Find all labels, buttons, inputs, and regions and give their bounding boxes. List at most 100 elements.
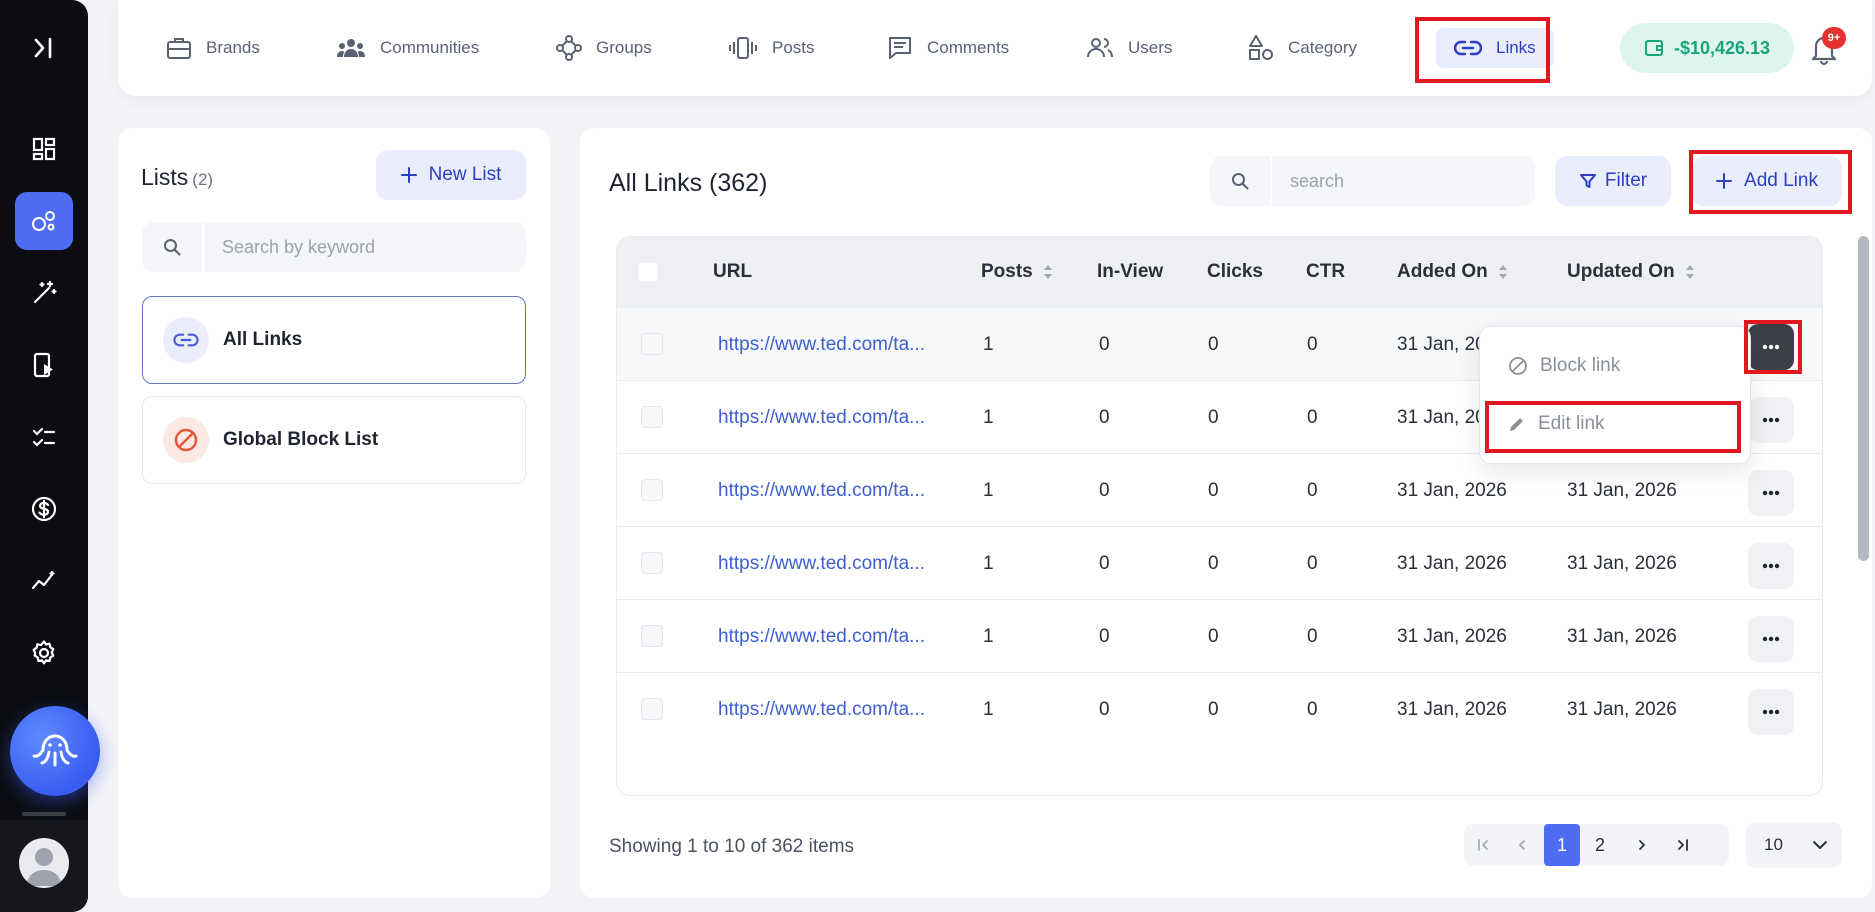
- page-title: All Links (362): [609, 169, 768, 197]
- analytics-icon[interactable]: [15, 552, 73, 610]
- more-horizontal-icon: [1762, 563, 1780, 569]
- add-link-button[interactable]: Add Link: [1692, 156, 1842, 206]
- comment-icon: [887, 35, 913, 61]
- column-posts[interactable]: Posts: [981, 261, 1053, 283]
- more-horizontal-icon: [1762, 636, 1780, 642]
- row-more-button[interactable]: [1748, 324, 1794, 370]
- pencil-icon: [1508, 415, 1526, 433]
- row-in-view: 0: [1099, 334, 1110, 355]
- octopus-assistant-icon[interactable]: [10, 706, 100, 796]
- row-ctr: 0: [1307, 553, 1318, 574]
- plus-icon: [1716, 173, 1733, 189]
- nav-category[interactable]: Category: [1248, 28, 1357, 68]
- vibrate-icon: [728, 36, 758, 60]
- lists-title-text: Lists: [141, 164, 189, 190]
- row-ctr: 0: [1307, 699, 1318, 720]
- row-updated-on: 31 Jan, 2026: [1567, 480, 1677, 501]
- list-item-global-block-list[interactable]: Global Block List: [142, 396, 526, 484]
- nav-communities[interactable]: Communities: [336, 28, 479, 68]
- links-table: URL Posts In-View Clicks CTR Added On Up…: [616, 236, 1823, 796]
- row-url-link[interactable]: https://www.ted.com/ta...: [718, 480, 925, 502]
- row-posts: 1: [983, 334, 994, 355]
- table-scrollbar[interactable]: [1858, 236, 1869, 561]
- table-row[interactable]: https://www.ted.com/ta... 1 0 0 0 31 Jan…: [617, 672, 1822, 745]
- row-clicks: 0: [1208, 480, 1219, 501]
- sort-icon: [1685, 264, 1695, 280]
- row-updated-on: 31 Jan, 2026: [1567, 699, 1677, 720]
- links-search-input[interactable]: [1272, 156, 1535, 206]
- row-in-view: 0: [1099, 699, 1110, 720]
- row-more-button[interactable]: [1748, 616, 1794, 662]
- row-posts: 1: [983, 407, 994, 428]
- row-checkbox[interactable]: [641, 479, 663, 501]
- next-page-icon[interactable]: [1624, 824, 1660, 866]
- sort-icon: [1498, 264, 1508, 280]
- page-2[interactable]: 2: [1582, 824, 1618, 866]
- table-row[interactable]: https://www.ted.com/ta... 1 0 0 0 31 Jan…: [617, 526, 1822, 599]
- row-posts: 1: [983, 699, 994, 720]
- row-posts: 1: [983, 480, 994, 501]
- row-more-button[interactable]: [1748, 543, 1794, 589]
- page-current[interactable]: 1: [1544, 824, 1580, 866]
- nav-comments[interactable]: Comments: [887, 28, 1009, 68]
- pagination: 1 2: [1464, 824, 1729, 866]
- new-list-button[interactable]: New List: [376, 150, 526, 200]
- user-avatar-icon[interactable]: [19, 838, 69, 888]
- row-url-link[interactable]: https://www.ted.com/ta...: [718, 334, 925, 356]
- nav-users[interactable]: Users: [1086, 28, 1172, 68]
- row-url-link[interactable]: https://www.ted.com/ta...: [718, 407, 925, 429]
- checklist-icon[interactable]: [15, 408, 73, 466]
- nav-posts[interactable]: Posts: [728, 28, 815, 68]
- page-size-select[interactable]: 10: [1746, 822, 1842, 868]
- expand-icon[interactable]: [15, 19, 73, 77]
- search-icon: [142, 222, 204, 272]
- nav-category-label: Category: [1288, 38, 1357, 57]
- row-url-link[interactable]: https://www.ted.com/ta...: [718, 553, 925, 575]
- table-row[interactable]: https://www.ted.com/ta... 1 0 0 0 31 Jan…: [617, 599, 1822, 672]
- edit-link-option[interactable]: Edit link: [1508, 413, 1605, 435]
- row-url-link[interactable]: https://www.ted.com/ta...: [718, 699, 925, 721]
- row-more-button[interactable]: [1748, 397, 1794, 443]
- lists-search-input[interactable]: [204, 222, 526, 272]
- row-checkbox[interactable]: [641, 552, 663, 574]
- more-horizontal-icon: [1762, 417, 1780, 423]
- plus-icon: [400, 167, 417, 183]
- pagination-summary: Showing 1 to 10 of 362 items: [609, 836, 855, 857]
- row-more-button[interactable]: [1748, 689, 1794, 735]
- row-clicks: 0: [1208, 626, 1219, 647]
- row-more-button[interactable]: [1748, 470, 1794, 516]
- row-checkbox[interactable]: [641, 698, 663, 720]
- filter-button[interactable]: Filter: [1555, 156, 1671, 206]
- last-page-icon[interactable]: [1664, 824, 1700, 866]
- settings-icon[interactable]: [15, 624, 73, 682]
- nav-links[interactable]: Links: [1436, 28, 1554, 68]
- nav-brands[interactable]: Brands: [166, 28, 260, 68]
- column-updated-on[interactable]: Updated On: [1567, 261, 1695, 283]
- row-checkbox[interactable]: [641, 625, 663, 647]
- nav-communities-label: Communities: [380, 38, 480, 57]
- wallet-balance[interactable]: -$10,426.13: [1620, 23, 1794, 73]
- column-added-on[interactable]: Added On: [1397, 261, 1508, 283]
- chevron-down-icon: [1812, 840, 1828, 850]
- dashboard-icon[interactable]: [15, 120, 73, 178]
- row-checkbox[interactable]: [641, 406, 663, 428]
- integrations-icon[interactable]: [15, 192, 73, 250]
- prev-page-icon[interactable]: [1504, 824, 1540, 866]
- row-ctr: 0: [1307, 480, 1318, 501]
- mobile-play-icon[interactable]: [15, 336, 73, 394]
- row-url-link[interactable]: https://www.ted.com/ta...: [718, 626, 925, 648]
- dollar-icon[interactable]: [15, 480, 73, 538]
- list-item-label: Global Block List: [223, 429, 379, 450]
- row-checkbox[interactable]: [641, 333, 663, 355]
- links-search: [1210, 156, 1535, 206]
- block-link-option[interactable]: Block link: [1508, 355, 1620, 377]
- add-link-label: Add Link: [1744, 170, 1818, 191]
- first-page-icon[interactable]: [1466, 824, 1502, 866]
- magic-wand-icon[interactable]: [15, 264, 73, 322]
- list-item-all-links[interactable]: All Links: [142, 296, 526, 384]
- nav-groups[interactable]: Groups: [556, 28, 652, 68]
- select-all-checkbox[interactable]: [637, 261, 659, 283]
- nav-brands-label: Brands: [206, 38, 260, 57]
- lists-search: [142, 222, 526, 272]
- new-list-label: New List: [428, 164, 502, 185]
